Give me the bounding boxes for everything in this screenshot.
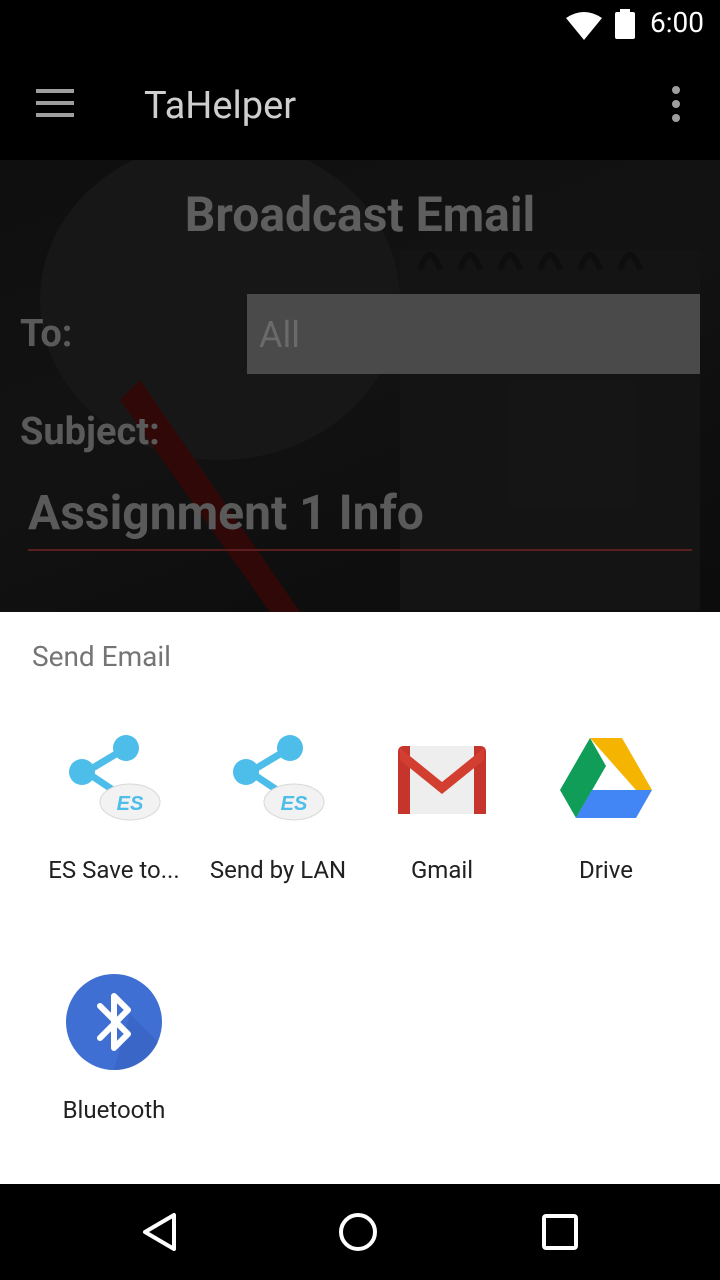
wifi-icon: [566, 12, 602, 40]
share-target-label: Gmail: [410, 856, 474, 884]
share-target-label: Drive: [579, 856, 633, 884]
es-share-icon: ES: [228, 732, 328, 832]
subject-input[interactable]: Assignment 1 Info: [28, 484, 424, 541]
broadcast-email-form: Broadcast Email To: All Subject: Assignm…: [0, 160, 720, 612]
share-target-send-by-lan[interactable]: ES Send by LAN: [196, 732, 360, 884]
to-field-value: All: [259, 314, 300, 356]
status-time: 6:00: [650, 6, 704, 39]
recents-icon[interactable]: [540, 1212, 580, 1252]
subject-underline: [28, 549, 692, 551]
status-bar: 6:00: [0, 0, 720, 48]
navigation-bar: [0, 1184, 720, 1280]
overflow-menu-icon[interactable]: [670, 86, 682, 122]
share-target-gmail[interactable]: Gmail: [360, 732, 524, 884]
back-icon[interactable]: [140, 1212, 180, 1252]
share-target-bluetooth[interactable]: Bluetooth: [32, 972, 196, 1124]
subject-label: Subject:: [20, 410, 160, 454]
home-icon[interactable]: [336, 1210, 380, 1254]
drive-icon: [556, 732, 656, 832]
battery-icon: [615, 9, 635, 39]
page-title: Broadcast Email: [184, 186, 536, 243]
share-sheet: Send Email ES ES Save to... ES Send by L…: [0, 612, 720, 1184]
share-target-label: ES Save to...: [48, 856, 180, 884]
gmail-icon: [392, 732, 492, 832]
to-field[interactable]: All: [247, 294, 700, 374]
share-target-drive[interactable]: Drive: [524, 732, 688, 884]
to-label: To:: [20, 312, 73, 356]
bluetooth-icon: [64, 972, 164, 1072]
hamburger-menu-icon[interactable]: [36, 88, 76, 118]
share-target-es-save[interactable]: ES ES Save to...: [32, 732, 196, 884]
share-target-label: Bluetooth: [62, 1096, 166, 1124]
app-title: TaHelper: [144, 84, 297, 128]
share-target-label: Send by LAN: [209, 856, 347, 884]
app-bar: TaHelper: [0, 48, 720, 160]
share-sheet-title: Send Email: [32, 640, 171, 673]
svg-text:ES: ES: [281, 793, 308, 815]
es-share-icon: ES: [64, 732, 164, 832]
svg-text:ES: ES: [117, 793, 144, 815]
